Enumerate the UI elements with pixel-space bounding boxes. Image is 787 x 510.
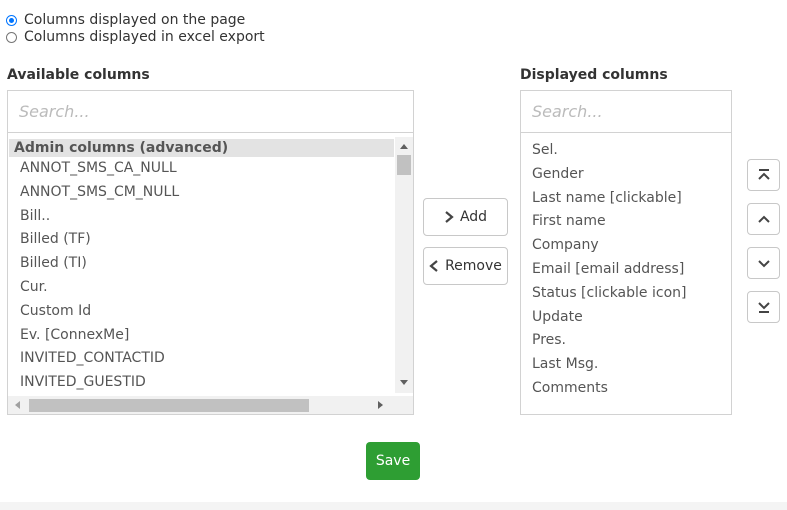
double-down-icon (757, 302, 770, 313)
horizontal-scroll-thumb[interactable] (29, 399, 309, 412)
horizontal-scrollbar[interactable] (8, 396, 413, 414)
displayed-column-item[interactable]: Last Msg. (521, 353, 731, 377)
scroll-up-arrow[interactable] (400, 144, 408, 149)
group-header-admin: Admin columns (advanced) (9, 139, 394, 157)
displayed-search-box (521, 91, 731, 133)
move-to-top-button[interactable] (747, 159, 780, 191)
displayed-column-item[interactable]: Gender (521, 163, 731, 187)
displayed-search-input[interactable] (521, 91, 731, 132)
option-excel-columns[interactable]: Columns displayed in excel export (6, 29, 265, 45)
available-search-box (8, 91, 413, 133)
remove-button[interactable]: Remove (423, 247, 508, 285)
radio-excel-columns[interactable] (6, 31, 17, 43)
displayed-column-item[interactable]: Status [clickable icon] (521, 282, 731, 306)
option-excel-columns-label: Columns displayed in excel export (24, 29, 265, 45)
available-search-input[interactable] (8, 91, 413, 132)
displayed-columns-panel: Sel.GenderLast name [clickable]First nam… (520, 90, 732, 415)
displayed-column-item[interactable]: Sel. (521, 139, 731, 163)
displayed-column-item[interactable]: Update (521, 306, 731, 330)
chevron-left-icon (429, 260, 438, 272)
option-page-columns-label: Columns displayed on the page (24, 12, 246, 28)
save-button[interactable]: Save (366, 442, 420, 480)
move-down-button[interactable] (747, 247, 780, 279)
footer-strip (0, 502, 787, 510)
vertical-scrollbar[interactable] (395, 137, 413, 393)
available-column-item[interactable]: Bill.. (9, 205, 394, 229)
option-page-columns[interactable]: Columns displayed on the page (6, 12, 245, 28)
displayed-column-item[interactable]: Company (521, 234, 731, 258)
displayed-columns-list: Sel. Gender Last name [clickable] First nam… (521, 139, 731, 401)
available-column-item[interactable]: INVITED_CONTACTID (9, 347, 394, 371)
displayed-column-item[interactable]: Last name [clickable] (521, 187, 731, 211)
scroll-left-arrow[interactable] (15, 401, 20, 409)
move-to-bottom-button[interactable] (747, 291, 780, 323)
available-columns-list: Admin columns (advanced) ANNOT_SMS_CA_NU… (9, 139, 394, 395)
available-column-item[interactable]: INVITED_GUESTID (9, 371, 394, 395)
available-columns-panel: Admin columns (advanced) ANNOT_SMS_CA_NU… (7, 90, 414, 415)
available-column-item[interactable]: Billed (TI) (9, 252, 394, 276)
scroll-down-arrow[interactable] (400, 380, 408, 385)
radio-page-columns[interactable] (6, 14, 17, 26)
available-column-item[interactable]: Cur. (9, 276, 394, 300)
displayed-column-item[interactable]: Comments (521, 377, 731, 401)
displayed-column-item[interactable]: Pres. (521, 329, 731, 353)
available-column-item[interactable]: Custom Id (9, 300, 394, 324)
move-up-button[interactable] (747, 203, 780, 235)
double-up-icon (757, 169, 770, 180)
remove-button-label: Remove (445, 258, 502, 274)
available-column-item[interactable]: Ev. [ConnexMe] (9, 324, 394, 348)
displayed-column-item[interactable]: Email [email address] (521, 258, 731, 282)
displayed-column-item[interactable]: First name (521, 210, 731, 234)
vertical-scroll-thumb[interactable] (397, 155, 411, 175)
scroll-right-arrow[interactable] (378, 401, 383, 409)
add-button[interactable]: Add (423, 198, 508, 236)
available-column-item[interactable]: Billed (TF) (9, 228, 394, 252)
available-column-item[interactable]: ANNOT_SMS_CM_NULL (9, 181, 394, 205)
chevron-down-icon (757, 260, 770, 268)
available-columns-heading: Available columns (7, 67, 150, 83)
chevron-right-icon (445, 211, 454, 223)
displayed-columns-heading: Displayed columns (520, 67, 668, 83)
scrollbar-arrows (400, 144, 408, 385)
chevron-up-icon (757, 215, 770, 223)
available-column-item[interactable]: ANNOT_SMS_CA_NULL (9, 157, 394, 181)
add-button-label: Add (459, 209, 488, 225)
